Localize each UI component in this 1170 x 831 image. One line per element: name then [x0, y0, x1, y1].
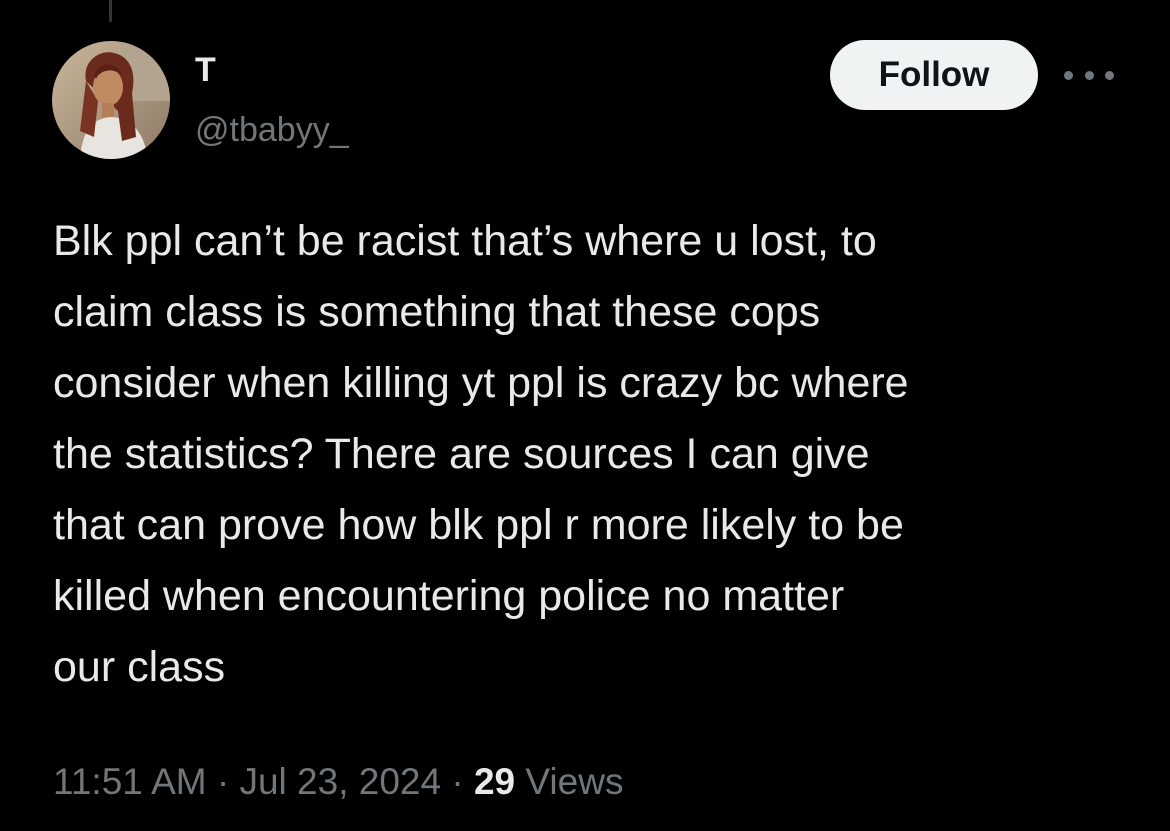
- views-count: 29: [473, 761, 516, 802]
- tweet-text: Blk ppl can’t be racist that’s where u l…: [53, 217, 909, 691]
- avatar-photo-icon: [52, 41, 170, 159]
- avatar[interactable]: [52, 41, 170, 159]
- thread-connector-line: [109, 0, 112, 22]
- tweet-metadata: 11:51 AM · Jul 23, 2024 · 29 Views: [53, 757, 623, 807]
- tweet-date[interactable]: Jul 23, 2024: [239, 761, 441, 802]
- more-dot: [1105, 70, 1114, 80]
- author-handle[interactable]: @tbabyy_: [195, 110, 349, 150]
- more-dot: [1064, 70, 1073, 80]
- tweet-time[interactable]: 11:51 AM: [53, 761, 207, 802]
- views-label: Views: [515, 761, 624, 802]
- follow-button[interactable]: Follow: [830, 40, 1038, 110]
- more-dot: [1084, 70, 1094, 80]
- meta-separator: ·: [206, 761, 240, 802]
- meta-separator: ·: [441, 761, 474, 802]
- more-options-icon[interactable]: [1064, 62, 1114, 88]
- author-display-name[interactable]: T: [195, 50, 216, 90]
